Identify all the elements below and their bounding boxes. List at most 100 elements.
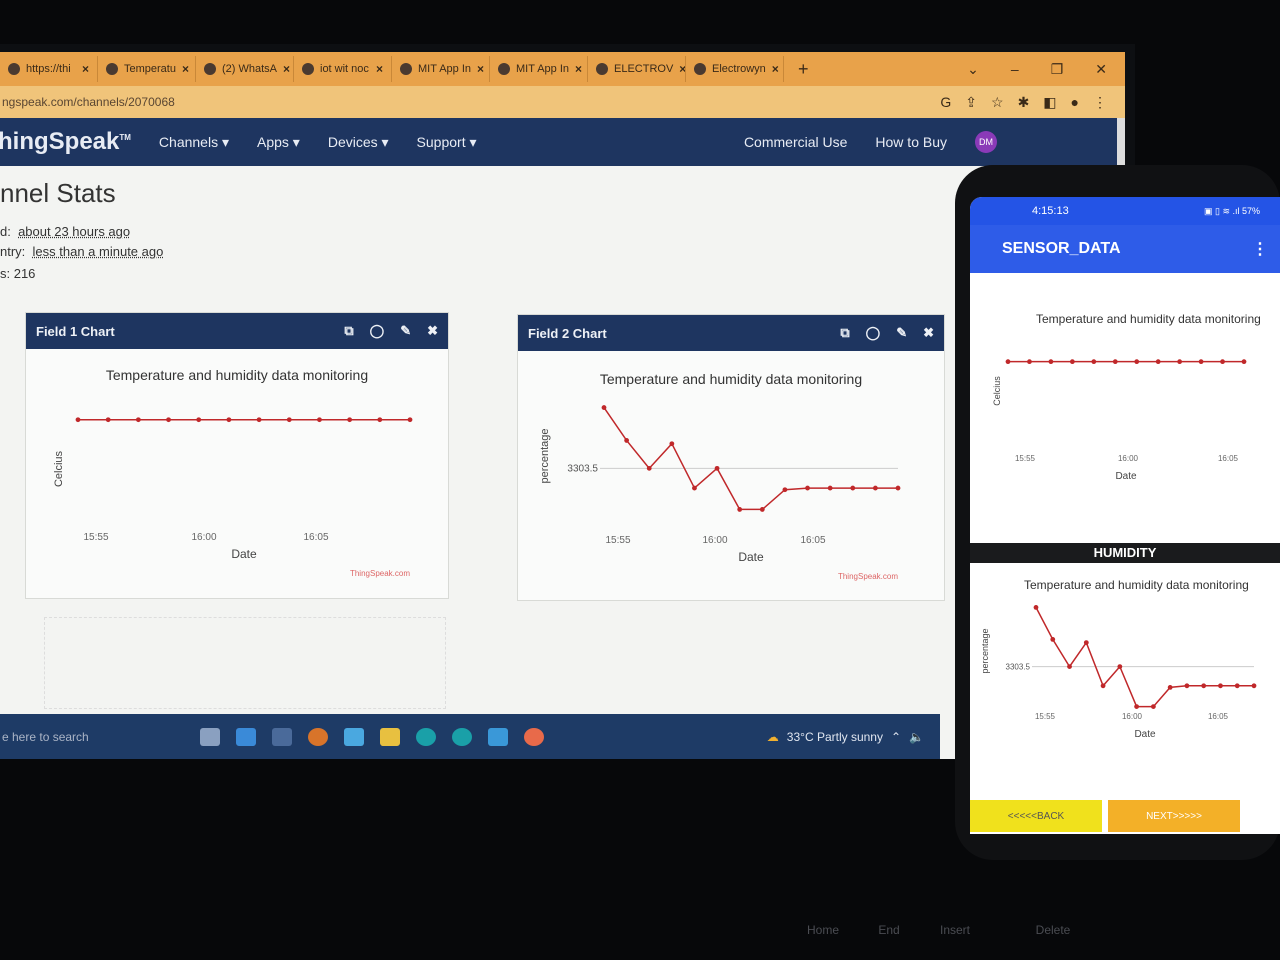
external-link-icon[interactable]: ⧉ — [344, 323, 353, 339]
key-insert[interactable]: Insert — [922, 923, 988, 937]
browser-tab[interactable]: Electrowyn × — [686, 56, 784, 82]
back-button[interactable]: <<<<<BACK — [970, 800, 1102, 832]
arduino-icon[interactable] — [416, 727, 436, 746]
data-point — [827, 485, 833, 491]
field2-title: Field 2 Chart — [528, 325, 607, 341]
chevron-down-icon[interactable]: ⌄ — [967, 61, 979, 78]
tab-label: ELECTROV — [614, 63, 674, 75]
data-point — [196, 417, 202, 423]
humidity-label: HUMIDITY — [970, 543, 1280, 563]
store-icon[interactable] — [344, 727, 364, 746]
tab-favicon-icon — [8, 63, 20, 75]
close-icon[interactable]: × — [477, 62, 484, 76]
arduino-icon[interactable] — [452, 727, 472, 746]
comment-icon[interactable]: ◯ — [866, 325, 881, 341]
browser-tab[interactable]: MIT App In × — [490, 56, 588, 82]
share-icon[interactable]: ⇪ — [965, 94, 977, 111]
close-icon[interactable]: × — [182, 62, 189, 76]
browser-tab[interactable]: https://thi × — [0, 56, 98, 82]
phone-indicators: ▣ ▯ ≋ .ıl 57% — [1203, 205, 1260, 216]
folder-icon[interactable] — [380, 727, 400, 746]
y-axis-label: Celcius — [53, 450, 65, 487]
extensions-icon[interactable]: ✱ — [1018, 94, 1030, 111]
data-point — [1067, 664, 1072, 669]
comment-icon[interactable]: ◯ — [370, 323, 385, 339]
widgets-icon[interactable] — [272, 727, 292, 746]
task-view-icon[interactable] — [200, 727, 220, 746]
close-icon[interactable]: × — [575, 62, 582, 76]
edge-icon[interactable] — [236, 727, 256, 746]
close-icon[interactable]: × — [376, 62, 383, 76]
overflow-menu-icon[interactable]: ⋮ — [1252, 239, 1280, 259]
chrome-icon[interactable] — [308, 727, 328, 746]
tray-chevron-icon[interactable]: ⌃ — [891, 730, 901, 744]
key-end[interactable]: End — [856, 923, 922, 937]
minimize-icon[interactable]: – — [1011, 61, 1019, 78]
chart-title: Temperature and humidity data monitoring — [1024, 578, 1249, 592]
browser-tab-bar: https://thi × Temperatu × (2) WhatsA × iot … — [0, 52, 1125, 86]
next-button[interactable]: NEXT>>>>> — [1108, 800, 1240, 832]
new-tab-button[interactable]: + — [784, 59, 823, 80]
browser-tab[interactable]: ELECTROV × — [588, 56, 686, 82]
field1-panel: Field 1 Chart ⧉ ◯ ✎ ✖ Temperature and hu… — [25, 312, 449, 599]
created-value: about 23 hours ago — [18, 224, 131, 239]
nav-right: Commercial Use How to Buy DM — [744, 131, 1117, 153]
close-icon[interactable]: ✖ — [923, 325, 934, 341]
edit-icon[interactable]: ✎ — [400, 323, 411, 339]
volume-icon[interactable]: 🔈 — [909, 730, 924, 744]
nav-channels[interactable]: Channels ▾ — [159, 134, 229, 151]
data-point — [286, 417, 292, 423]
browser-tab[interactable]: MIT App In × — [392, 56, 490, 82]
browser-tab[interactable]: Temperatu × — [98, 56, 196, 82]
nav-support[interactable]: Support ▾ — [417, 134, 477, 151]
nav-commercial-use[interactable]: Commercial Use — [744, 134, 847, 150]
data-point — [1112, 359, 1118, 365]
x-axis-label: Date — [231, 547, 257, 561]
data-point — [1117, 664, 1123, 669]
laptop-keyboard: Home End Insert Delete — [0, 900, 1280, 960]
browser-tab[interactable]: (2) WhatsA × — [196, 56, 294, 82]
close-icon[interactable]: × — [283, 62, 290, 76]
data-point — [1167, 685, 1173, 690]
key-delete[interactable]: Delete — [1020, 923, 1086, 937]
chrome-profile-icon[interactable] — [524, 727, 544, 746]
close-icon[interactable]: × — [82, 62, 89, 76]
weather-widget[interactable]: ☁ 33°C Partly sunny ⌃ 🔈 — [767, 730, 940, 744]
y-tick-label: 3303.5 — [1006, 663, 1031, 672]
avatar[interactable]: DM — [975, 131, 997, 153]
x-tick-label: 16:00 — [191, 532, 216, 543]
nav-how-to-buy[interactable]: How to Buy — [875, 134, 947, 150]
sidebar-icon[interactable]: ◧ — [1043, 94, 1056, 111]
key-home[interactable]: Home — [790, 923, 856, 937]
weather-text: 33°C Partly sunny — [786, 729, 883, 744]
windows-taskbar: e here to search ☁ 33°C Partly sunny ⌃ 🔈 — [0, 714, 940, 759]
profile-icon[interactable]: ● — [1071, 94, 1079, 111]
google-icon[interactable]: G — [940, 94, 951, 111]
data-point — [1177, 359, 1183, 365]
photos-icon[interactable] — [488, 727, 508, 746]
menu-icon[interactable]: ⋮ — [1093, 94, 1107, 111]
tab-favicon-icon — [596, 63, 608, 75]
thingspeak-navbar: hingSpeakTM Channels ▾ Apps ▾ Devices ▾ … — [0, 118, 1117, 166]
chart-title: Temperature and humidity data monitoring — [1036, 312, 1261, 326]
restore-icon[interactable]: ❐ — [1051, 61, 1064, 78]
field2-chart: Temperature and humidity data monitoring… — [518, 351, 944, 598]
browser-tab[interactable]: iot wit noc × — [294, 56, 392, 82]
close-window-icon[interactable]: ✕ — [1095, 61, 1107, 78]
url-field[interactable]: ngspeak.com/channels/2070068 — [0, 95, 175, 109]
nav-devices[interactable]: Devices ▾ — [328, 134, 389, 151]
close-icon[interactable]: ✖ — [427, 323, 438, 339]
data-point — [669, 441, 675, 447]
x-tick-label: 16:05 — [1218, 454, 1239, 463]
close-icon[interactable]: × — [679, 62, 685, 76]
edit-icon[interactable]: ✎ — [896, 325, 907, 341]
thingspeak-logo[interactable]: hingSpeakTM — [0, 128, 131, 156]
external-link-icon[interactable]: ⧉ — [840, 325, 849, 341]
nav-apps[interactable]: Apps ▾ — [257, 134, 300, 151]
data-point — [1033, 605, 1039, 610]
taskbar-search[interactable]: e here to search — [0, 730, 192, 744]
phone-app-bar: SENSOR_DATA ⋮ — [970, 225, 1280, 273]
star-icon[interactable]: ☆ — [991, 94, 1004, 111]
x-axis-label: Date — [738, 550, 764, 564]
close-icon[interactable]: × — [772, 62, 779, 76]
